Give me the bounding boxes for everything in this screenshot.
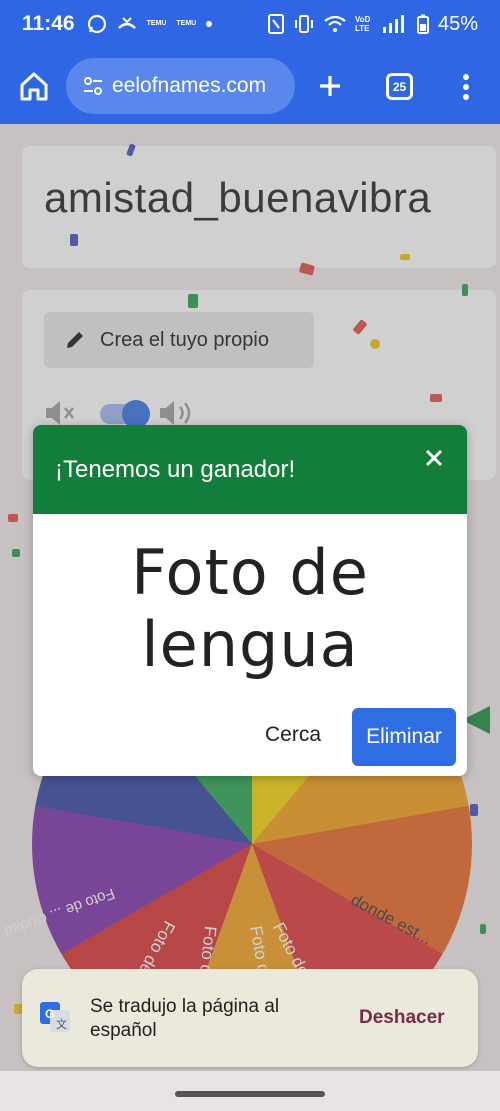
dialog-title: ¡Tenemos un ganador! xyxy=(55,456,296,483)
status-time: 11:46 xyxy=(22,12,75,35)
new-tab-plus-icon[interactable] xyxy=(316,68,344,104)
url-text: eelofnames.com xyxy=(112,74,267,97)
google-translate-icon: G 文 xyxy=(40,1002,70,1032)
remove-button[interactable]: Eliminar xyxy=(352,708,456,766)
vibrate-icon xyxy=(294,15,313,33)
winner-line-1: Foto de xyxy=(131,536,369,609)
tab-switcher-button[interactable]: 25 xyxy=(386,73,413,100)
browser-toolbar: eelofnames.com 25 xyxy=(0,48,500,124)
signal-icon xyxy=(382,15,404,33)
winner-text: Foto de lengua xyxy=(33,537,467,681)
nfc-icon xyxy=(267,14,284,34)
battery-icon xyxy=(416,14,429,34)
undo-translation-button[interactable]: Deshacer xyxy=(359,1007,445,1029)
temu-notification-icon-2: TEMU xyxy=(176,20,197,27)
temu-notification-icon: TEMU xyxy=(146,20,167,27)
svg-text:文: 文 xyxy=(56,1017,67,1031)
translate-snackbar: G 文 Se tradujo la página al español Desh… xyxy=(22,969,478,1067)
more-notifications-dot-icon xyxy=(206,21,213,27)
home-icon[interactable] xyxy=(18,70,50,102)
status-bar: 11:46 TEMU TEMU VoD LTE 45% xyxy=(0,0,500,48)
remove-button-label: Eliminar xyxy=(366,725,442,748)
gesture-handle[interactable] xyxy=(175,1091,325,1097)
volte-icon: VoD LTE xyxy=(354,15,371,33)
dialog-header: ¡Tenemos un ganador! xyxy=(33,425,467,514)
site-settings-icon[interactable] xyxy=(82,75,104,97)
close-icon[interactable] xyxy=(421,445,447,471)
missed-call-icon xyxy=(117,17,136,29)
snackbar-message: Se tradujo la página al español xyxy=(90,996,280,1041)
winner-dialog: ¡Tenemos un ganador! Foto de lengua Cerc… xyxy=(33,425,467,776)
winner-line-2: lengua xyxy=(141,608,359,681)
svg-text:G: G xyxy=(45,1007,54,1021)
system-nav-bar xyxy=(0,1071,500,1111)
overflow-menu-icon[interactable] xyxy=(454,70,478,104)
whatsapp-icon xyxy=(87,14,106,34)
tab-count: 25 xyxy=(392,79,407,94)
address-bar[interactable]: eelofnames.com xyxy=(66,58,295,114)
battery-percent: 45% xyxy=(437,12,478,35)
wifi-icon xyxy=(324,15,346,32)
close-button[interactable]: Cerca xyxy=(265,723,321,747)
